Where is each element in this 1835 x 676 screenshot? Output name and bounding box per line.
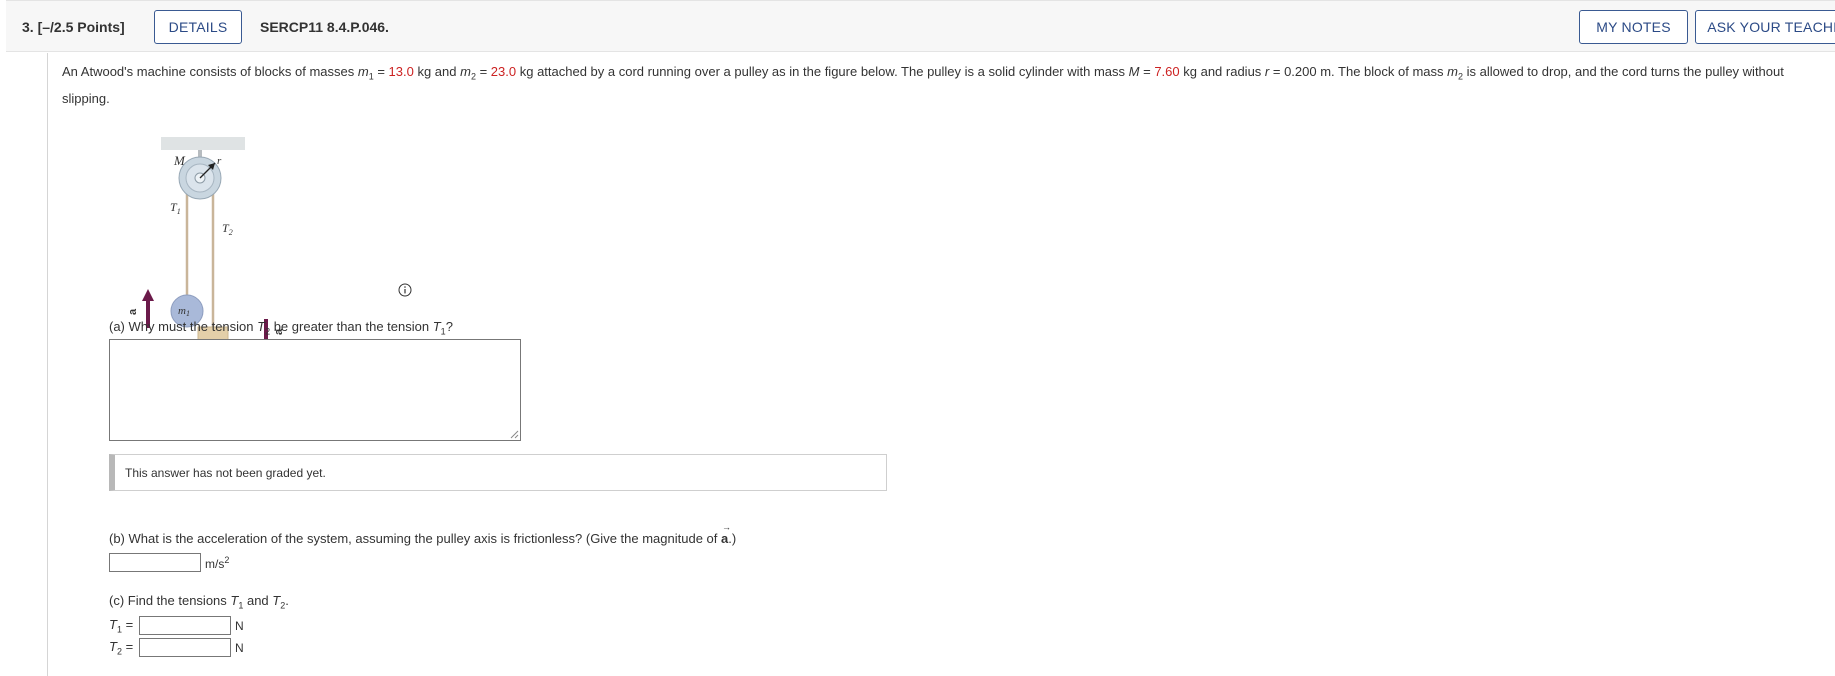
points-label: [–/2.5 Points] <box>37 19 125 35</box>
part-a-answer-textarea[interactable] <box>109 339 521 441</box>
acceleration-unit: m/s2 <box>205 554 230 571</box>
grading-status-note: This answer has not been graded yet. <box>109 454 887 491</box>
acceleration-input[interactable] <box>109 553 201 572</box>
info-icon[interactable] <box>398 283 412 297</box>
label-r: r <box>217 155 222 167</box>
t1-label: T1 = <box>109 616 134 635</box>
part-b-answer-row: m/s2 <box>109 553 229 572</box>
ask-teacher-button[interactable]: ASK YOUR TEACHE <box>1695 10 1835 44</box>
part-b-question: (b) What is the acceleration of the syst… <box>109 522 737 546</box>
m1-value: 13.0 <box>388 64 414 79</box>
tension-t1-row: T1 = N <box>109 616 244 635</box>
question-number: 3. [–/2.5 Points] <box>22 19 125 35</box>
label-T2: T2 <box>222 221 233 237</box>
resize-handle-icon[interactable] <box>510 430 519 439</box>
label-a-up: a <box>127 308 139 315</box>
label-M: M <box>173 153 186 168</box>
details-button[interactable]: DETAILS <box>154 10 242 44</box>
question-header: 3. [–/2.5 Points] DETAILS SERCP11 8.4.P.… <box>6 0 1835 52</box>
tension-t2-input[interactable] <box>139 638 231 657</box>
vector-a: a → <box>721 522 731 546</box>
t2-label: T2 = <box>109 638 134 657</box>
m2-value: 23.0 <box>490 64 517 79</box>
label-T1: T1 <box>170 200 181 216</box>
tension-t2-row: T2 = N <box>109 638 244 657</box>
part-c-question: (c) Find the tensions T1 and T2. <box>109 593 289 611</box>
tension-t1-input[interactable] <box>139 616 231 635</box>
ceiling-support <box>161 137 245 150</box>
pulley-mass-value: 7.60 <box>1154 64 1180 79</box>
question-body: An Atwood's machine consists of blocks o… <box>47 53 1835 676</box>
t1-unit: N <box>235 618 244 633</box>
my-notes-button[interactable]: MY NOTES <box>1579 10 1688 44</box>
part-a-question: (a) Why must the tension T2 be greater t… <box>109 319 453 337</box>
question-code: SERCP11 8.4.P.046. <box>260 19 389 35</box>
t2-unit: N <box>235 640 244 655</box>
